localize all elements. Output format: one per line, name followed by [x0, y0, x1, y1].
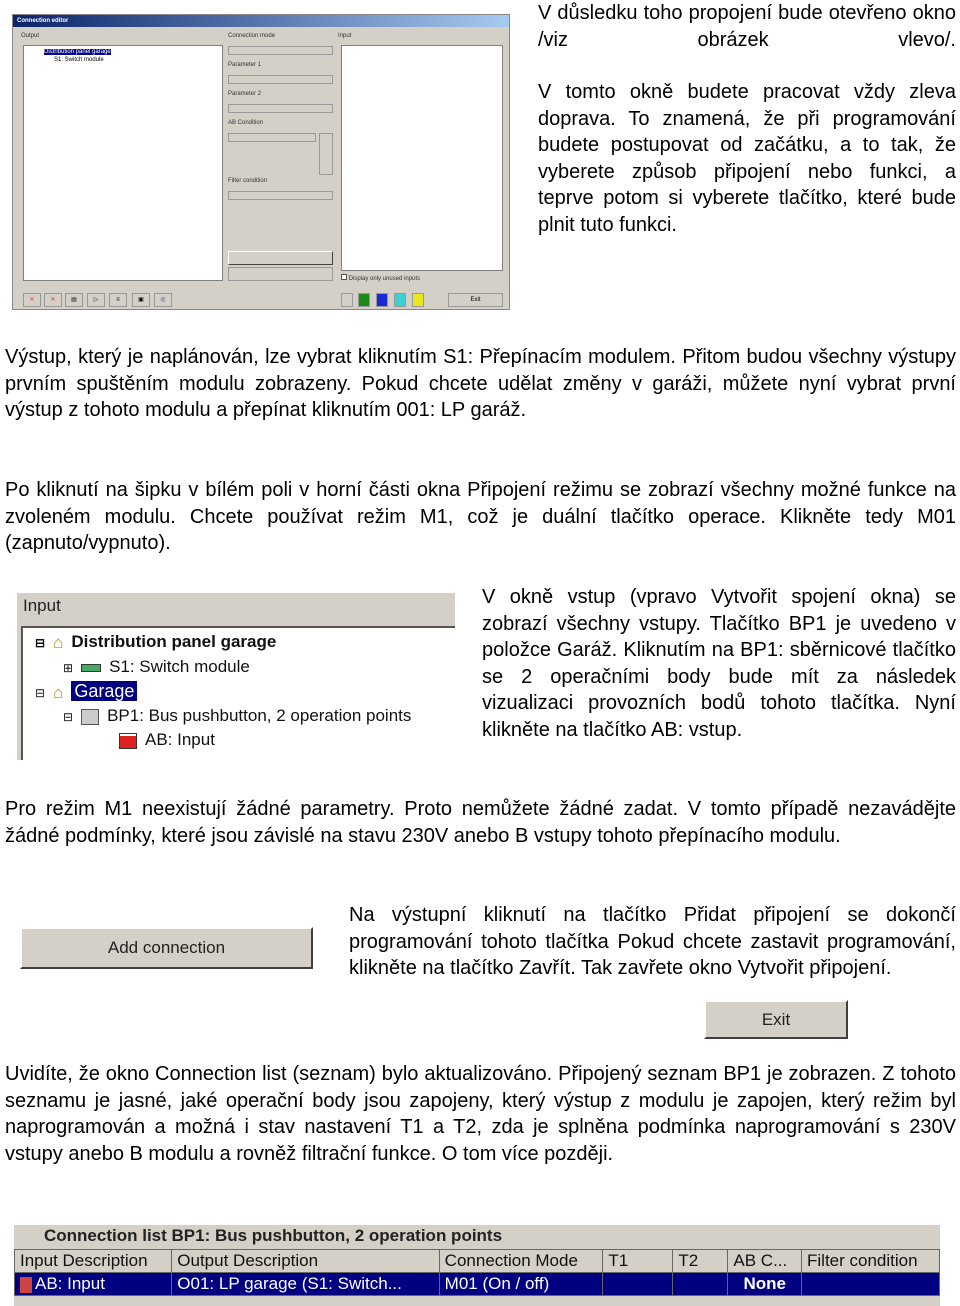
expand-icon: ⊞	[63, 660, 74, 675]
cell-output: O01: LP garage (S1: Switch...	[171, 1272, 440, 1296]
cell-mode: M01 (On / off)	[438, 1272, 604, 1296]
connection-table[interactable]: Input Description Output Description Con…	[13, 1249, 940, 1296]
paragraph-4: Po kliknutí na šipku v bílém poli v horn…	[5, 479, 956, 554]
connection-list-title: Connection list BP1: Bus pushbutton, 2 o…	[44, 1226, 503, 1245]
toolbar-button[interactable]: ▤	[65, 293, 83, 307]
column-header[interactable]: AB C...	[727, 1249, 803, 1273]
input-icon	[119, 732, 137, 749]
cell-t2	[672, 1272, 729, 1296]
title-bar: Connection editor	[13, 15, 509, 27]
column-header[interactable]: Connection Mode	[438, 1249, 604, 1273]
param1-label: Parameter 1	[228, 62, 262, 68]
toolbar-button[interactable]: ✕	[23, 293, 41, 307]
filter-label: Filter condition	[228, 178, 268, 184]
cell-ab: None	[727, 1272, 803, 1296]
connection-editor-window: Connection editor Output Distribution pa…	[12, 14, 510, 310]
tree-item-bp1[interactable]: ⊟ BP1: Bus pushbutton, 2 operation points	[63, 706, 411, 726]
paragraph-3: Výstup, který je naplánován, lze vybrat …	[5, 346, 956, 421]
collapse-icon: ⊟	[35, 685, 46, 700]
output-label: Output	[21, 33, 40, 39]
input-label: Input	[338, 33, 352, 39]
connection-list: Connection list BP1: Bus pushbutton, 2 o…	[13, 1225, 940, 1306]
column-header[interactable]: T2	[672, 1249, 729, 1273]
tree-item-switch-module[interactable]: ⊞ S1: Switch module	[63, 657, 250, 677]
cell-t1	[602, 1272, 674, 1296]
tree-item-garage[interactable]: ⊟ ⌂ Garage	[35, 681, 138, 703]
color-button-cyan[interactable]	[394, 293, 406, 307]
filter-combo[interactable]	[228, 191, 333, 200]
param2-combo[interactable]	[228, 104, 333, 113]
display-unused-checkbox[interactable]: Display only unused inputs	[341, 274, 420, 282]
input-tree-small[interactable]	[341, 45, 503, 271]
cell-input: AB: Input	[35, 1274, 105, 1293]
toolbar-button[interactable]: ≡	[109, 293, 127, 307]
input-icon	[20, 1276, 32, 1293]
ab-button[interactable]	[319, 133, 333, 175]
table-header-row: Input Description Output Description Con…	[13, 1249, 940, 1273]
cell-filter	[801, 1272, 940, 1296]
toolbar-button[interactable]: ▣	[132, 293, 150, 307]
color-button-gray[interactable]	[341, 293, 353, 307]
collapse-icon: ⊟	[35, 635, 46, 650]
connection-mode-combo[interactable]	[228, 46, 333, 55]
input-panel: Input ⊟ ⌂ Distribution panel garage ⊞ S1: S…	[17, 593, 455, 760]
house-icon: ⌂	[53, 632, 64, 652]
tree-item-distribution-panel[interactable]: ⊟ ⌂ Distribution panel garage	[35, 632, 276, 653]
paragraph-6: Pro režim M1 neexistují žádné parametry.…	[5, 798, 956, 847]
toolbar-button[interactable]: ◎	[154, 293, 172, 307]
color-button-blue[interactable]	[376, 293, 388, 307]
collapse-icon: ⊟	[63, 709, 74, 724]
delete-connection-small-button[interactable]	[228, 267, 333, 281]
column-header[interactable]: Input Description	[13, 1249, 173, 1273]
table-row[interactable]: AB: Input O01: LP garage (S1: Switch... …	[13, 1272, 940, 1296]
ab-condition-label: AB Condition	[228, 120, 264, 126]
paragraph-2: V tomto okně budete pracovat vždy zleva …	[538, 81, 956, 236]
color-button-green[interactable]	[358, 293, 370, 307]
house-icon: ⌂	[53, 682, 64, 702]
tree-item-ab-input[interactable]: AB: Input	[119, 730, 215, 750]
add-connection-small-button[interactable]	[228, 251, 333, 265]
exit-button[interactable]: Exit	[704, 1000, 848, 1039]
toolbar-button[interactable]: ▷	[87, 293, 105, 307]
paragraph-7: Na výstupní kliknutí na tlačítko Přidat …	[349, 904, 956, 979]
column-header[interactable]: T1	[602, 1249, 674, 1273]
pushbutton-icon	[81, 708, 100, 725]
tree-item-s1[interactable]: S1: Switch module	[54, 57, 222, 63]
module-icon	[81, 663, 102, 672]
ab-condition-combo[interactable]	[228, 133, 316, 142]
connection-mode-label: Connection mode	[228, 33, 276, 39]
output-tree[interactable]: Distribution panel garage S1: Switch mod…	[23, 45, 223, 281]
color-button-yellow[interactable]	[412, 293, 424, 307]
paragraph-8: Uvidíte, že okno Connection list (seznam…	[5, 1063, 956, 1165]
param1-combo[interactable]	[228, 75, 333, 84]
add-connection-button[interactable]: Add connection	[20, 927, 313, 969]
input-tree[interactable]: ⊟ ⌂ Distribution panel garage ⊞ S1: Switch …	[21, 626, 455, 760]
column-header[interactable]: Filter condition	[801, 1249, 940, 1273]
param2-label: Parameter 2	[228, 91, 262, 97]
paragraph-1: V důsledku toho propojení bude otevřeno …	[538, 2, 956, 51]
input-panel-label: Input	[23, 596, 61, 615]
column-header[interactable]: Output Description	[171, 1249, 440, 1273]
toolbar-button[interactable]: ✕	[44, 293, 62, 307]
paragraph-5: V okně vstup (vpravo Vytvořit spojení ok…	[482, 586, 956, 741]
tree-item-distribution[interactable]: Distribution panel garage	[44, 49, 111, 55]
exit-small-button[interactable]: Exit	[448, 293, 503, 307]
